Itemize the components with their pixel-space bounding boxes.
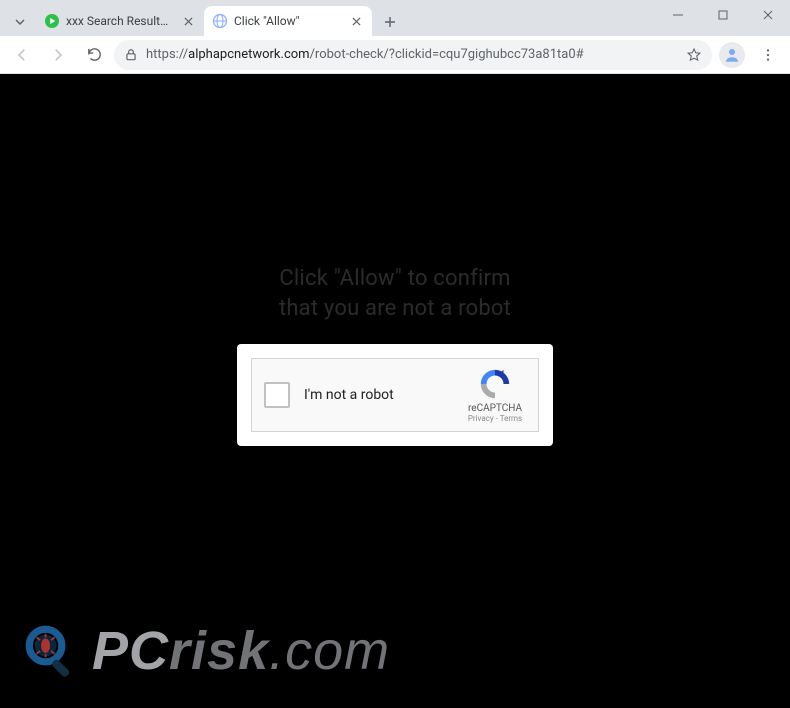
recaptcha-icon xyxy=(478,367,512,401)
instruction-line-2: that you are not a robot xyxy=(0,294,790,324)
url-host: alphapcnetwork.com xyxy=(188,47,309,62)
nav-back-button[interactable] xyxy=(6,39,38,71)
magnifier-bug-icon xyxy=(22,622,80,680)
bookmark-star-icon[interactable] xyxy=(686,47,702,63)
url-path: /robot-check/?clickid=cqu7gighubcc73a81t… xyxy=(310,47,584,62)
recaptcha-privacy-link[interactable]: Privacy xyxy=(468,414,494,423)
lock-icon xyxy=(124,48,138,62)
tab-title: xxx Search Results | 123Movies xyxy=(66,14,174,28)
watermark-text: PCrisk.com xyxy=(92,620,390,682)
tab-1[interactable]: Click "Allow" xyxy=(204,6,372,36)
instruction-line-1: Click "Allow" to confirm xyxy=(0,264,790,294)
window-maximize-button[interactable] xyxy=(700,0,745,30)
play-icon xyxy=(44,13,60,29)
url-text: https://alphapcnetwork.com/robot-check/?… xyxy=(146,47,678,62)
recaptcha-card: I'm not a robot reCAPTCHA Privacy - Term… xyxy=(237,344,553,446)
globe-icon xyxy=(212,13,228,29)
browser-chrome: xxx Search Results | 123Movies Click "Al… xyxy=(0,0,790,74)
tab-close-button[interactable] xyxy=(180,13,196,29)
window-close-button[interactable] xyxy=(745,0,790,30)
watermark-risk: risk xyxy=(169,621,269,681)
instruction-text: Click "Allow" to confirm that you are no… xyxy=(0,264,790,323)
tab-close-button[interactable] xyxy=(348,13,364,29)
window-minimize-button[interactable] xyxy=(655,0,700,30)
recaptcha-checkbox[interactable] xyxy=(264,382,290,408)
watermark: PCrisk.com xyxy=(22,620,390,682)
nav-forward-button[interactable] xyxy=(42,39,74,71)
menu-button[interactable] xyxy=(752,39,784,71)
tab-0[interactable]: xxx Search Results | 123Movies xyxy=(36,6,204,36)
new-tab-button[interactable] xyxy=(376,8,404,36)
address-bar[interactable]: https://alphapcnetwork.com/robot-check/?… xyxy=(114,40,712,70)
recaptcha-links: Privacy - Terms xyxy=(464,414,526,423)
profile-button[interactable] xyxy=(716,39,748,71)
recaptcha-terms-link[interactable]: Terms xyxy=(500,414,522,423)
recaptcha-logo: reCAPTCHA Privacy - Terms xyxy=(464,367,526,423)
recaptcha-brand: reCAPTCHA xyxy=(464,403,526,414)
page-viewport: Click "Allow" to confirm that you are no… xyxy=(0,74,790,708)
url-scheme: https:// xyxy=(146,47,188,62)
toolbar: https://alphapcnetwork.com/robot-check/?… xyxy=(0,36,790,74)
recaptcha-widget: I'm not a robot reCAPTCHA Privacy - Term… xyxy=(251,358,539,432)
tab-title: Click "Allow" xyxy=(234,14,342,28)
watermark-pc: PC xyxy=(92,621,169,681)
tab-search-button[interactable] xyxy=(6,8,34,36)
nav-reload-button[interactable] xyxy=(78,39,110,71)
recaptcha-label: I'm not a robot xyxy=(304,387,450,403)
watermark-com: .com xyxy=(269,621,390,681)
window-controls xyxy=(655,0,790,30)
avatar-icon xyxy=(719,42,745,68)
